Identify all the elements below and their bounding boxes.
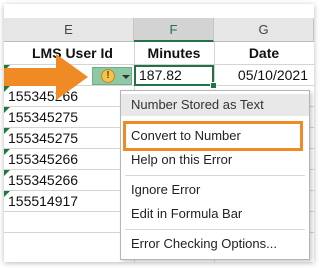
highlight-box [123, 121, 303, 151]
menu-item-help-on-error[interactable]: Help on this Error [121, 149, 309, 171]
column-e-label: E [64, 22, 73, 37]
column-header-f[interactable]: F [134, 18, 214, 42]
column-header-g[interactable]: G [214, 18, 314, 42]
spreadsheet-frame: E F G LMS User Id Minutes Date 187.82 05… [4, 4, 314, 262]
active-cell-border [134, 65, 214, 86]
warning-icon: ! [101, 69, 115, 83]
menu-item-edit-formula-bar[interactable]: Edit in Formula Bar [121, 203, 309, 225]
error-check-button[interactable]: ! [92, 67, 132, 85]
column-g-label: G [258, 22, 269, 37]
dropdown-arrow-icon [122, 75, 130, 79]
menu-item-ignore-error[interactable]: Ignore Error [121, 179, 309, 201]
user-id-cell[interactable]: 155345266 [8, 170, 78, 190]
menu-separator [125, 229, 305, 230]
menu-item-error-checking-options[interactable]: Error Checking Options... [121, 233, 309, 255]
column-header-e[interactable]: E [4, 18, 134, 42]
user-id-cell[interactable]: 155514917 [8, 191, 78, 211]
menu-title: Number Stored as Text [121, 94, 309, 116]
menu-separator [125, 175, 305, 176]
user-id-cell[interactable]: 155345275 [8, 128, 78, 148]
date-header[interactable]: Date [216, 43, 312, 63]
user-id-cell[interactable]: 155345266 [8, 149, 78, 169]
minutes-header[interactable]: Minutes [136, 43, 212, 63]
user-id-cell[interactable]: 155345275 [8, 107, 78, 127]
column-f-label: F [169, 22, 178, 37]
error-context-menu: Number Stored as Text Convert to Number … [120, 90, 310, 260]
fill-handle[interactable] [210, 82, 217, 89]
date-cell[interactable]: 05/10/2021 [216, 65, 308, 85]
callout-arrow [4, 54, 88, 100]
